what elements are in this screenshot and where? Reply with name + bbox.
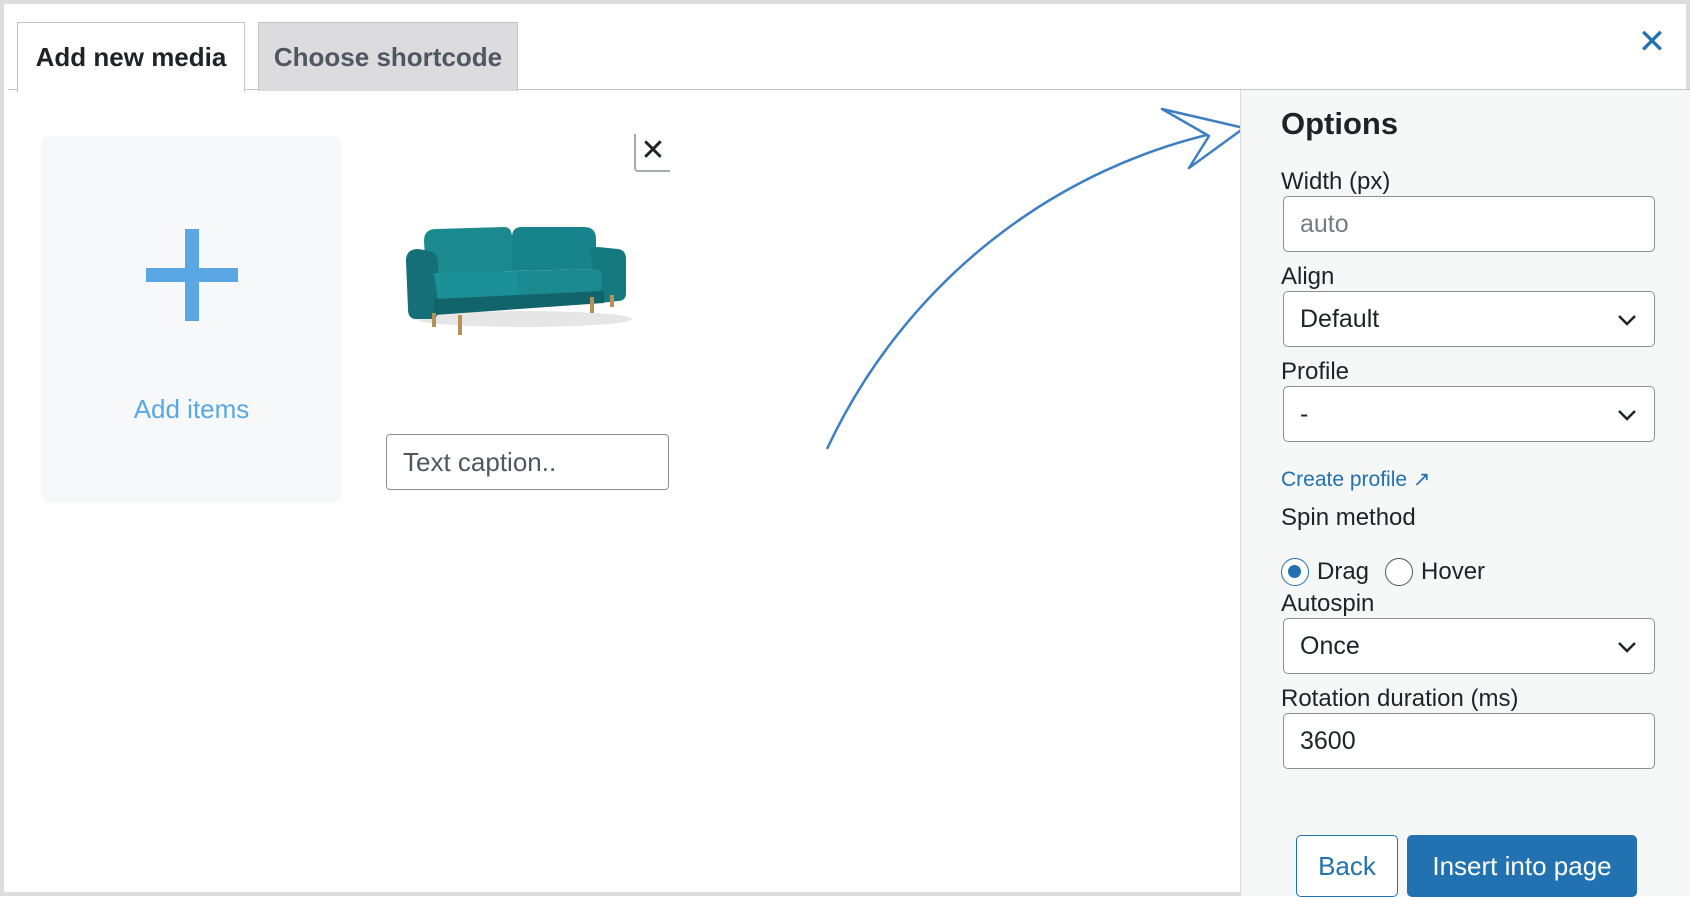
autospin-value: Once: [1300, 631, 1360, 660]
radio-drag-label: Drag: [1317, 558, 1370, 585]
align-value: Default: [1300, 304, 1380, 333]
add-items-tile[interactable]: Add items: [41, 136, 342, 503]
profile-select[interactable]: -: [1283, 386, 1655, 442]
plus-icon-bar: [146, 268, 238, 282]
width-label: Width (px): [1281, 168, 1391, 195]
modal-dialog: Add new media Choose shortcode ✕ Add ite…: [0, 0, 1690, 897]
options-title: Options: [1281, 106, 1399, 141]
profile-label: Profile: [1281, 358, 1350, 385]
radio-hover-label: Hover: [1421, 558, 1486, 585]
options-sidebar: Options Width (px) Align Default Profile…: [1240, 90, 1690, 897]
autospin-select[interactable]: Once: [1283, 618, 1655, 674]
tab-bar: Add new media Choose shortcode: [8, 8, 1690, 92]
add-items-label: Add items: [133, 394, 250, 424]
back-button[interactable]: Back: [1296, 835, 1398, 897]
sofa-image: [406, 227, 632, 335]
create-profile-link[interactable]: Create profile ↗: [1281, 467, 1431, 492]
autospin-label: Autospin: [1281, 590, 1375, 617]
radio-drag[interactable]: [1281, 558, 1309, 586]
close-icon[interactable]: ✕: [1632, 22, 1672, 62]
align-select[interactable]: Default: [1283, 291, 1655, 347]
width-input[interactable]: [1283, 196, 1655, 252]
rotation-duration-label: Rotation duration (ms): [1281, 685, 1519, 712]
align-label: Align: [1281, 263, 1335, 290]
insert-into-page-button[interactable]: Insert into page: [1407, 835, 1637, 897]
rotation-duration-input[interactable]: [1283, 713, 1655, 769]
spin-method-radio-group: Drag Hover: [1281, 558, 1485, 586]
chevron-down-icon: [1618, 642, 1636, 653]
spin-method-label: Spin method: [1281, 504, 1416, 531]
chevron-down-icon: [1618, 315, 1636, 326]
remove-item-button[interactable]: ✕: [634, 134, 670, 172]
arrow-icon: [825, 107, 1246, 450]
tab-choose-shortcode[interactable]: Choose shortcode: [258, 22, 518, 91]
tab-add-new-media[interactable]: Add new media: [17, 22, 245, 92]
caption-input[interactable]: [386, 434, 669, 490]
profile-value: -: [1300, 399, 1309, 428]
radio-hover[interactable]: [1385, 558, 1414, 586]
chevron-down-icon: [1618, 410, 1636, 421]
